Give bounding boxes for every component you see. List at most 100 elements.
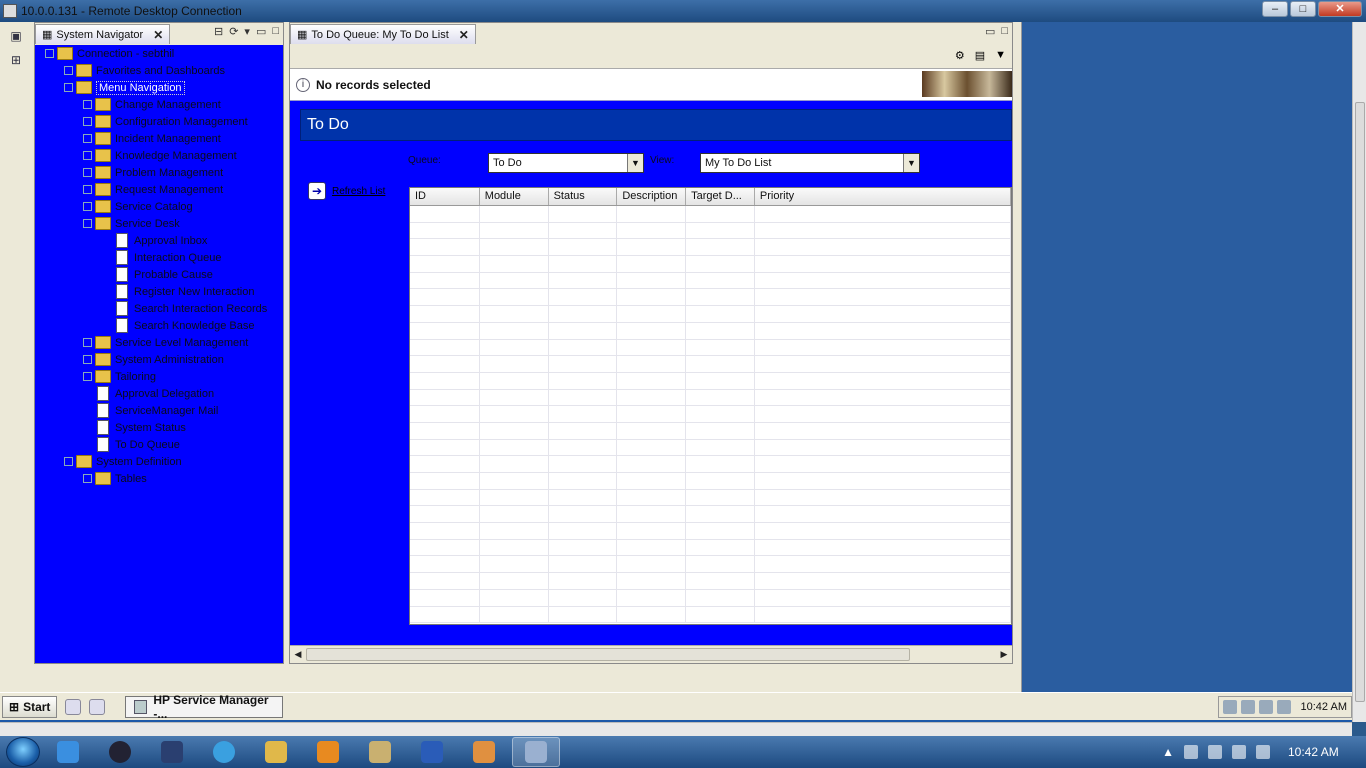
mail-taskbar-icon[interactable] (148, 737, 196, 767)
expand-toggle-icon[interactable] (64, 66, 73, 75)
column-header[interactable]: Status (549, 188, 618, 205)
start-button[interactable]: ⊞ Start (2, 695, 58, 718)
tree-item[interactable]: Problem Management (35, 164, 283, 181)
hp-taskbar-icon[interactable] (96, 737, 144, 767)
queue-select[interactable]: To Do ▼ (488, 153, 644, 173)
tree-item[interactable]: Favorites and Dashboards (35, 62, 283, 79)
taskbar-app-button[interactable]: HP Service Manager -... (125, 693, 284, 721)
refresh-arrow-icon[interactable]: ➔ (308, 182, 326, 200)
tree-item[interactable]: Tables (35, 470, 283, 487)
format-icon[interactable]: ▤ (975, 49, 985, 62)
options-icon[interactable]: ⚙ (955, 49, 965, 62)
expand-toggle-icon[interactable] (64, 83, 73, 92)
horizontal-scrollbar[interactable]: ◀ ▶ (290, 645, 1012, 663)
tree-item[interactable]: System Definition (35, 453, 283, 470)
close-tab-icon[interactable]: ✕ (153, 28, 163, 42)
tree-item[interactable]: Connection - sebthil (35, 45, 283, 62)
tree-item[interactable]: System Status (35, 419, 283, 436)
volume-muted-icon[interactable] (1256, 745, 1270, 759)
tree-item[interactable]: Tailoring (35, 368, 283, 385)
tree-item[interactable]: Change Management (35, 96, 283, 113)
tree-item[interactable]: Configuration Management (35, 113, 283, 130)
app-taskbar-icon[interactable] (200, 737, 248, 767)
refresh-icon[interactable]: ⟳ (229, 25, 238, 38)
tray-icon[interactable] (1184, 745, 1198, 759)
expand-toggle-icon[interactable] (83, 202, 92, 211)
expand-toggle-icon[interactable] (83, 372, 92, 381)
tree-item[interactable]: Interaction Queue (35, 249, 283, 266)
maximize-button[interactable]: □ (1290, 1, 1316, 17)
word-taskbar-icon[interactable] (408, 737, 456, 767)
close-tab-icon[interactable]: ✕ (459, 28, 469, 42)
tree-item[interactable]: Search Interaction Records (35, 300, 283, 317)
view-select[interactable]: My To Do List ▼ (700, 153, 920, 173)
column-header[interactable]: Description (617, 188, 687, 205)
refresh-list-link[interactable]: Refresh List (332, 186, 385, 197)
expand-toggle-icon[interactable] (83, 151, 92, 160)
scroll-thumb[interactable] (1355, 102, 1365, 702)
tray-app-icon[interactable] (1240, 700, 1255, 714)
tree-item[interactable]: To Do Queue (35, 436, 283, 453)
tree-item[interactable]: Request Management (35, 181, 283, 198)
tree-item[interactable]: Probable Cause (35, 266, 283, 283)
column-header[interactable]: Module (480, 188, 549, 205)
open-perspective-icon[interactable]: ⊞ (6, 50, 26, 70)
rdp-horizontal-scrollbar[interactable] (0, 722, 1352, 736)
expand-toggle-icon[interactable] (83, 117, 92, 126)
tree-item[interactable]: Approval Delegation (35, 385, 283, 402)
media-player-taskbar-icon[interactable] (304, 737, 352, 767)
chevron-down-icon[interactable]: ▼ (627, 154, 643, 172)
tree-item[interactable]: Approval Inbox (35, 232, 283, 249)
show-desktop-icon[interactable] (65, 698, 82, 715)
windows-start-orb[interactable] (6, 737, 40, 767)
tray-app-icon[interactable] (1258, 700, 1273, 714)
tree-item[interactable]: Service Desk (35, 215, 283, 232)
column-header[interactable]: Priority (755, 188, 1011, 205)
minimize-button[interactable]: – (1262, 1, 1288, 17)
ie-taskbar-icon[interactable] (44, 737, 92, 767)
refresh-list[interactable]: ➔ Refresh List (308, 182, 385, 200)
tree-item[interactable]: Register New Interaction (35, 283, 283, 300)
column-header[interactable]: Target D... (686, 188, 755, 205)
column-header[interactable]: ID (410, 188, 480, 205)
expand-toggle-icon[interactable] (83, 100, 92, 109)
tree-item[interactable]: Service Level Management (35, 334, 283, 351)
expand-toggle-icon[interactable] (83, 355, 92, 364)
scroll-thumb[interactable] (306, 648, 910, 661)
expand-toggle-icon[interactable] (83, 185, 92, 194)
tree-item[interactable]: ServiceManager Mail (35, 402, 283, 419)
maximize-view-icon[interactable]: □ (272, 25, 279, 38)
collapse-all-icon[interactable]: ⊟ (214, 25, 223, 38)
tree-item[interactable]: Knowledge Management (35, 147, 283, 164)
tree-item[interactable]: System Administration (35, 351, 283, 368)
signal-icon[interactable] (1232, 745, 1246, 759)
expand-toggle-icon[interactable] (45, 49, 54, 58)
tree-item[interactable]: Menu Navigation (35, 79, 283, 96)
tray-app-icon[interactable] (1276, 700, 1291, 714)
folder-taskbar-icon[interactable] (460, 737, 508, 767)
tab-todo-queue[interactable]: ▦ To Do Queue: My To Do List ✕ (290, 24, 476, 44)
chevron-up-icon[interactable]: ▲ (1162, 745, 1174, 759)
expand-toggle-icon[interactable] (83, 219, 92, 228)
expand-toggle-icon[interactable] (83, 168, 92, 177)
network-icon[interactable] (1222, 700, 1237, 714)
ie-icon[interactable] (89, 698, 106, 715)
tree-item[interactable]: Incident Management (35, 130, 283, 147)
view-menu-icon[interactable]: ▾ (244, 25, 250, 38)
expand-toggle-icon[interactable] (64, 457, 73, 466)
minimize-view-icon[interactable]: ▭ (985, 25, 995, 38)
dropdown-icon[interactable]: ▼ (995, 49, 1006, 62)
perspective-icon[interactable]: ▣ (6, 26, 26, 46)
rdp-taskbar-icon[interactable] (512, 737, 560, 767)
expand-toggle-icon[interactable] (83, 474, 92, 483)
tree-item[interactable]: Search Knowledge Base (35, 317, 283, 334)
minimize-view-icon[interactable]: ▭ (256, 25, 266, 38)
tree-item[interactable]: Service Catalog (35, 198, 283, 215)
close-button[interactable]: ✕ (1318, 1, 1362, 17)
maximize-view-icon[interactable]: □ (1001, 25, 1008, 38)
explorer-taskbar-icon[interactable] (252, 737, 300, 767)
tab-system-navigator[interactable]: ▦ System Navigator ✕ (35, 24, 171, 44)
paint-taskbar-icon[interactable] (356, 737, 404, 767)
tray-icon[interactable] (1208, 745, 1222, 759)
rdp-vertical-scrollbar[interactable] (1352, 22, 1366, 722)
